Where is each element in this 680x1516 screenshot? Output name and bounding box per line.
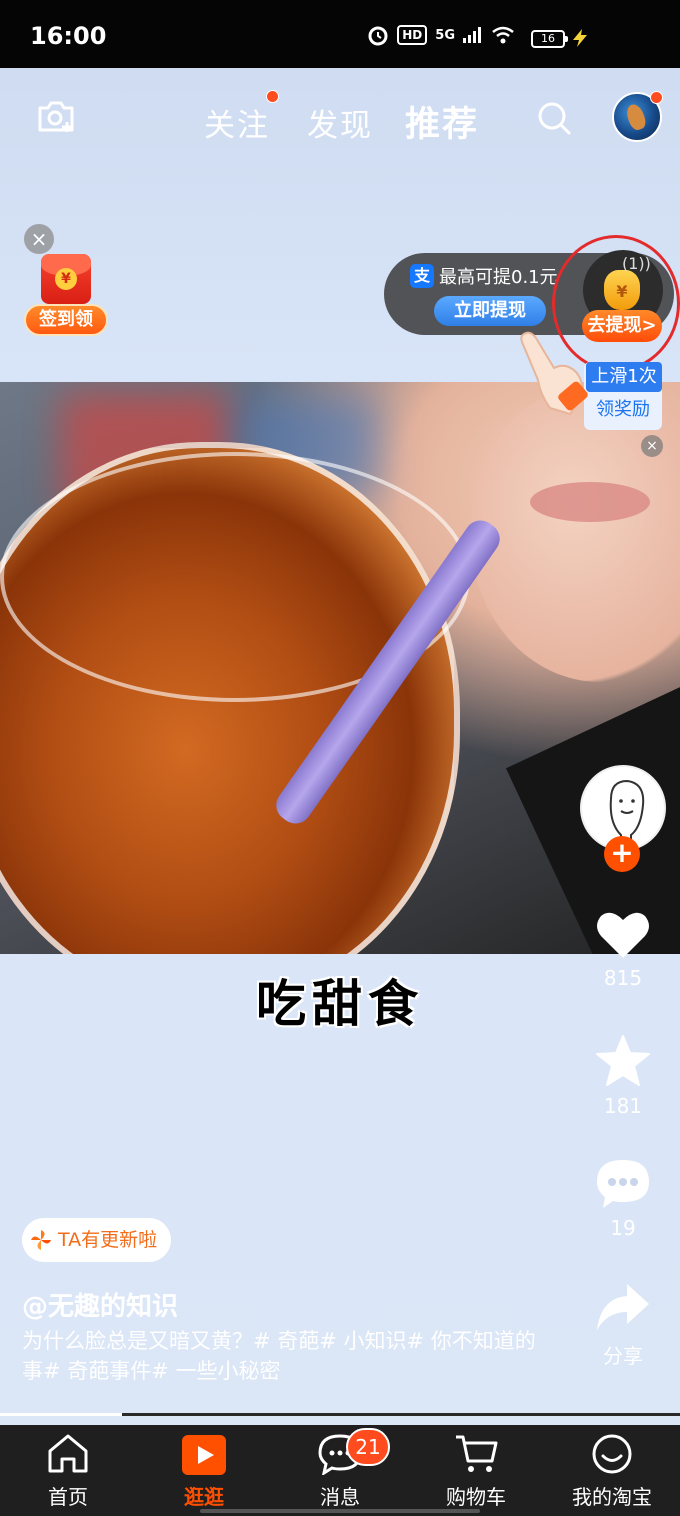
tab-home[interactable]: 首页 <box>0 1425 136 1516</box>
play-icon <box>182 1435 226 1475</box>
video-description[interactable]: 为什么脸总是又暗又黄？# 奇葩# 小知识# 你不知道的事# 奇葩事件# 一些小秘… <box>22 1326 542 1386</box>
tab-cart[interactable]: 购物车 <box>408 1425 544 1516</box>
tab-recommend[interactable]: 推荐 <box>405 96 479 147</box>
message-count-badge: 21 <box>346 1428 390 1466</box>
checkin-button[interactable]: 签到领 <box>24 304 108 336</box>
coin-icon: ¥ <box>55 268 77 290</box>
favorite-count: 181 <box>603 1094 643 1118</box>
tab-messages-label: 消息 <box>320 1485 360 1509</box>
battery-indicator: 16 <box>531 30 568 48</box>
video-progress-bar[interactable] <box>0 1413 680 1416</box>
smile-face-icon <box>592 1434 632 1474</box>
checkin-close-button[interactable]: × <box>24 224 54 254</box>
status-bar: 16:00 HD 5G 16 <box>0 0 680 68</box>
follow-notification-dot <box>266 90 279 103</box>
heart-icon <box>597 912 649 958</box>
search-icon[interactable] <box>536 100 572 136</box>
comment-button[interactable]: 19 <box>580 1158 666 1240</box>
status-time: 16:00 <box>30 22 107 50</box>
comment-icon <box>597 1160 649 1208</box>
signal-icon <box>463 27 481 43</box>
avatar-notification-dot <box>650 91 663 104</box>
tab-follow[interactable]: 关注 <box>204 100 270 145</box>
tab-browse-label: 逛逛 <box>184 1485 224 1509</box>
tab-my-taobao-label: 我的淘宝 <box>572 1485 652 1509</box>
swipe-hint-line2: 领奖励 <box>596 399 650 420</box>
tab-my-taobao[interactable]: 我的淘宝 <box>544 1425 680 1516</box>
tab-cart-label: 购物车 <box>446 1485 506 1509</box>
network-label: 5G <box>435 27 455 43</box>
update-badge-text: TA有更新啦 <box>58 1229 158 1251</box>
follow-button[interactable]: + <box>604 836 640 872</box>
like-count: 815 <box>603 966 643 990</box>
tab-discover[interactable]: 发现 <box>307 100 373 145</box>
withdraw-max-text: 最高可提0.1元 <box>439 267 558 288</box>
pinwheel-icon <box>31 1230 51 1250</box>
like-button[interactable]: 815 <box>580 910 666 990</box>
charging-icon <box>573 29 587 47</box>
wifi-icon <box>492 26 514 44</box>
withdraw-now-button[interactable]: 立即提现 <box>434 296 546 326</box>
tab-browse[interactable]: 逛逛 <box>136 1425 272 1516</box>
alarm-icon <box>368 26 388 46</box>
bottom-nav: 首页 逛逛 消息 购物车 我的淘宝 <box>0 1425 680 1516</box>
status-icons: HD 5G <box>367 24 515 46</box>
video-caption: 吃甜食 <box>256 975 424 1033</box>
shopping-cart-icon <box>456 1435 498 1472</box>
video-progress-fill <box>0 1413 123 1416</box>
share-label: 分享 <box>603 1344 643 1368</box>
video-player[interactable] <box>0 382 680 954</box>
swipe-hint-close-button[interactable]: × <box>641 435 663 457</box>
favorite-button[interactable]: 181 <box>580 1034 666 1118</box>
top-nav: 关注 发现 推荐 <box>0 68 680 173</box>
tab-home-label: 首页 <box>48 1485 88 1509</box>
camera-add-icon[interactable] <box>36 98 76 134</box>
home-icon <box>48 1434 88 1473</box>
star-icon <box>596 1035 650 1086</box>
hd-badge: HD <box>397 25 428 45</box>
share-arrow-icon <box>597 1284 649 1330</box>
swipe-hint-line1: 上滑1次 <box>586 362 662 392</box>
author-name[interactable]: @无趣的知识 <box>22 1286 178 1323</box>
comment-count: 19 <box>610 1216 636 1240</box>
share-button[interactable]: 分享 <box>580 1282 666 1369</box>
pointing-hand-icon <box>520 331 588 416</box>
creator-update-badge[interactable]: TA有更新啦 <box>22 1218 171 1262</box>
alipay-icon: 支 <box>410 264 434 288</box>
home-indicator <box>200 1509 480 1513</box>
